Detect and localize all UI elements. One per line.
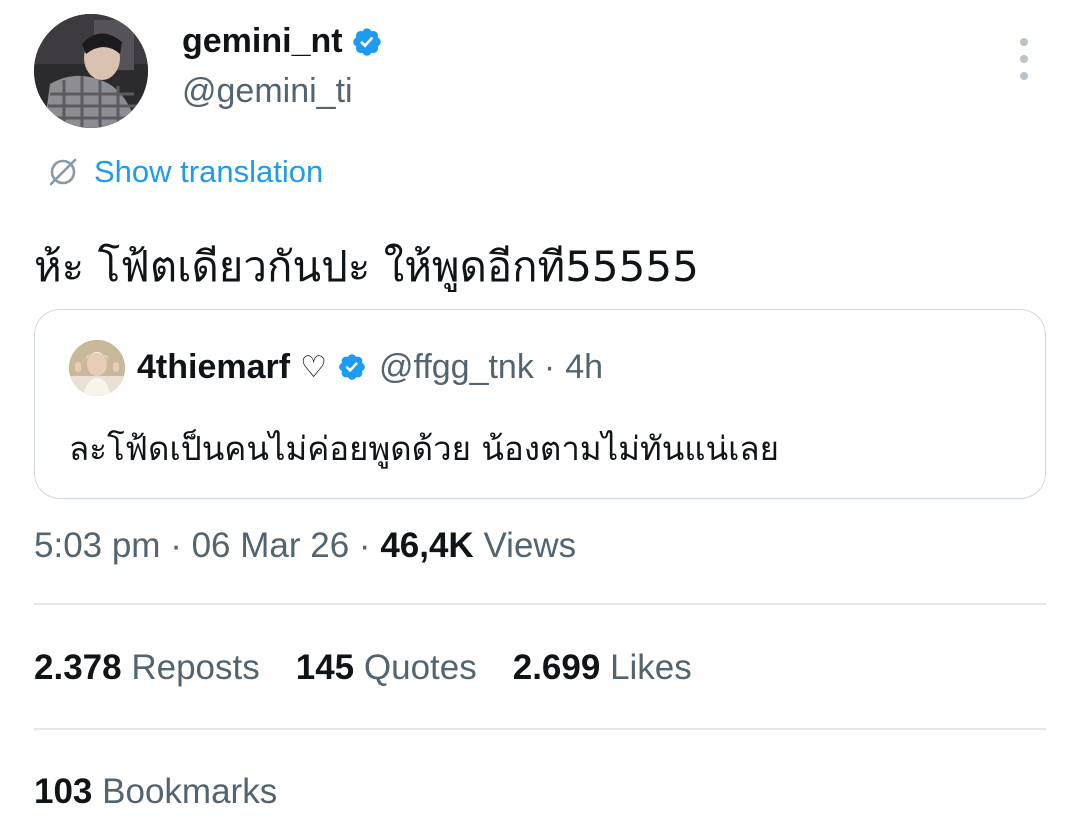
quoted-separator: · [543,348,556,386]
views-label: Views [483,526,577,565]
author-name-row[interactable]: gemini_nt [182,22,383,61]
more-options-icon[interactable] [1008,38,1040,80]
quoted-tweet-header: 4thiemarf ♡ @ffgg_tnk · 4h [137,348,603,387]
tweet-text: ห้ะ โฟ้ตเดียวกันปะ ให้พูดอีกที55555 [34,242,699,291]
likes-stat[interactable]: 2.699 Likes [513,648,692,688]
tweet-stats: 2.378 Reposts 145 Quotes 2.699 Likes [34,648,692,688]
reposts-count: 2.378 [34,648,122,687]
quoted-author-avatar[interactable] [69,340,125,396]
more-dot [1020,72,1028,80]
reposts-stat[interactable]: 2.378 Reposts [34,648,260,688]
bookmarks-stat[interactable]: 103 Bookmarks [34,772,277,812]
bookmarks-count: 103 [34,772,93,811]
author-avatar[interactable] [34,14,148,128]
verified-badge-icon [337,352,369,384]
author-handle[interactable]: @gemini_ti [182,72,353,111]
quotes-count: 145 [295,648,355,687]
verified-badge-icon [351,26,383,58]
quotes-stat[interactable]: 145 Quotes [296,648,477,688]
more-dot [1020,55,1028,63]
divider [34,603,1046,605]
meta-separator: · [170,526,182,565]
author-name[interactable]: gemini_nt [182,22,343,61]
likes-count: 2.699 [512,648,601,687]
quoted-timestamp[interactable]: 4h [565,348,603,387]
reposts-label: Reposts [131,648,260,687]
quotes-label: Quotes [363,648,477,687]
show-translation-label[interactable]: Show translation [94,154,323,190]
likes-label: Likes [610,648,692,687]
quoted-tweet-text: ละโฟ้ดเป็นคนไม่ค่อยพูดด้วย น้องตามไม่ทัน… [69,429,779,468]
quoted-tweet-card[interactable]: 4thiemarf ♡ @ffgg_tnk · 4h ละโฟ้ดเป็นคนไ… [34,309,1046,499]
quoted-author-handle[interactable]: @ffgg_tnk [379,348,534,387]
divider [34,728,1046,730]
more-dot [1020,38,1028,46]
meta-separator: · [358,526,371,565]
show-translation-link[interactable]: Show translation [46,154,323,190]
views-count: 46,4K [380,526,474,565]
tweet-meta: 5:03 pm · 06 Mar 26 · 46,4K Views [34,526,576,566]
quoted-author-name[interactable]: 4thiemarf [137,348,290,387]
globe-translate-icon [46,155,80,189]
bookmarks-label: Bookmarks [102,772,278,811]
tweet-time[interactable]: 5:03 pm [34,526,160,565]
quoted-author-heart: ♡ [300,350,327,385]
tweet-detail: gemini_nt @gemini_ti Show translation ห้… [0,0,1080,832]
tweet-date[interactable]: 06 Mar 26 [192,526,350,565]
